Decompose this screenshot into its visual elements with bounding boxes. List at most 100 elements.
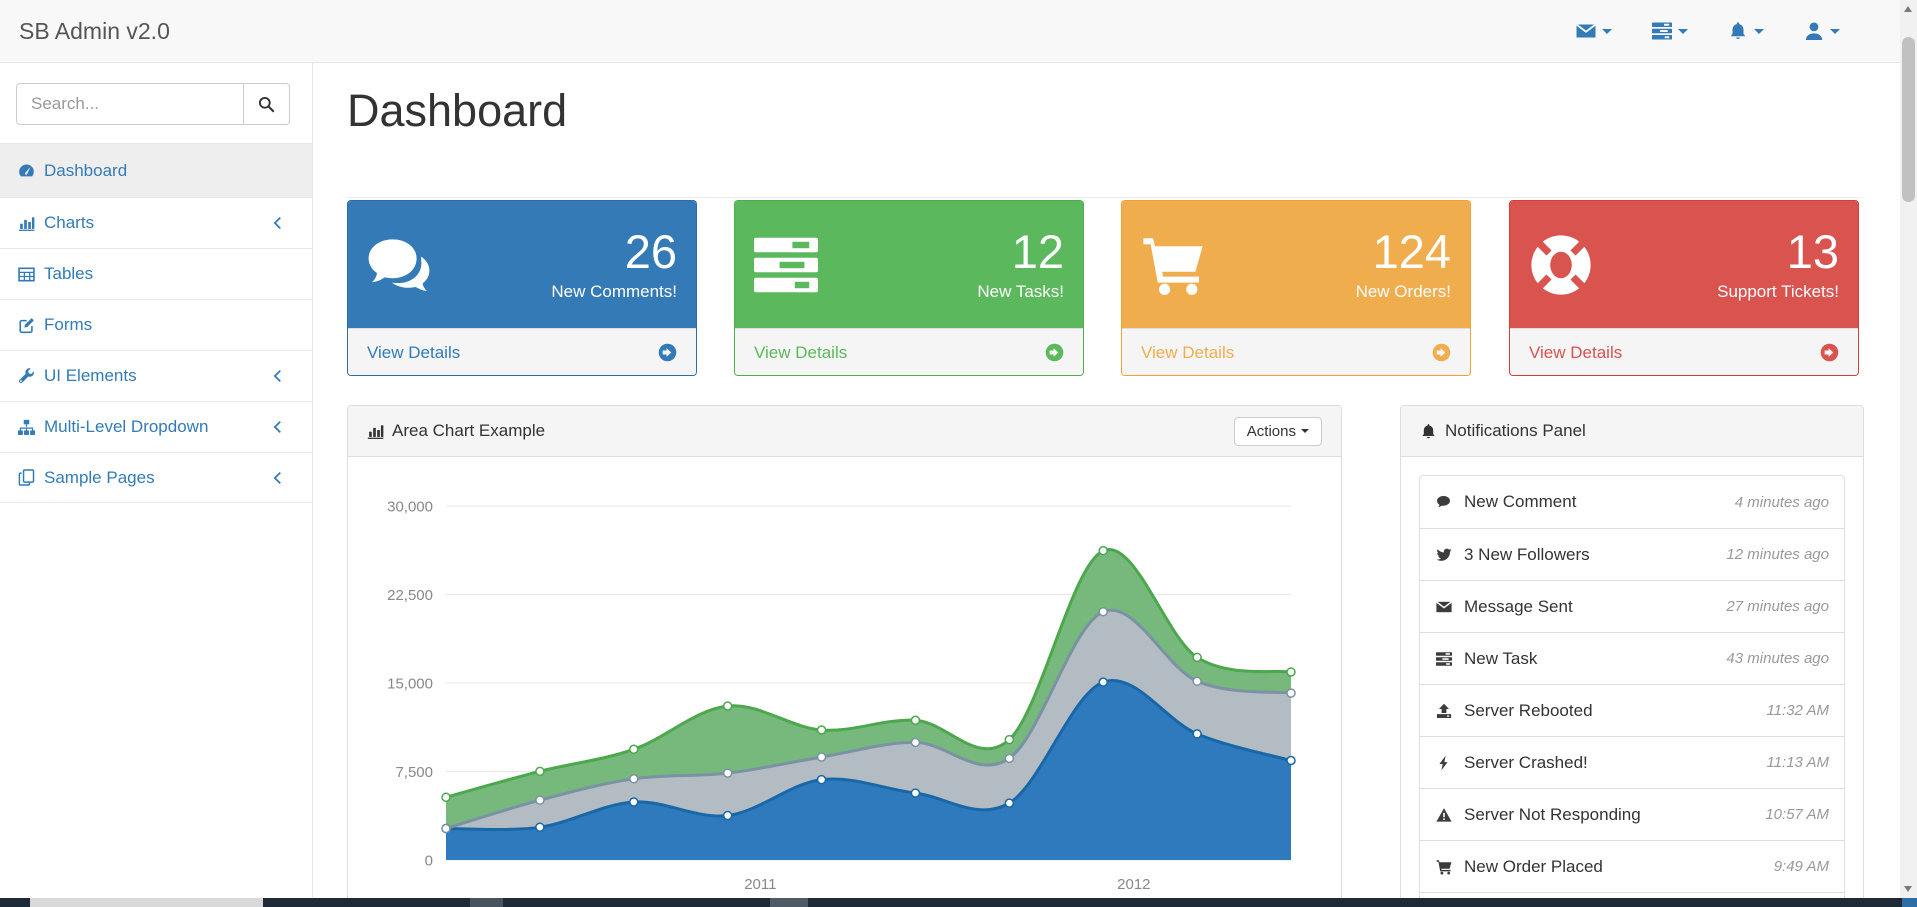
tasks-icon xyxy=(1435,651,1453,667)
view-details-link[interactable]: View Details xyxy=(1510,328,1858,376)
search-input[interactable] xyxy=(16,83,244,125)
stat-panel-new-orders[interactable]: 124 New Orders! View Details xyxy=(1121,200,1471,376)
table-icon xyxy=(18,266,35,283)
notification-label: Server Rebooted xyxy=(1464,701,1593,721)
notification-item-new-task[interactable]: New Task 43 minutes ago xyxy=(1420,632,1844,684)
scroll-down-arrow-icon[interactable] xyxy=(1904,886,1912,892)
sidebar-item-label: Dashboard xyxy=(44,161,127,181)
sidebar-item-label: Multi-Level Dropdown xyxy=(44,417,208,437)
bottom-scrollbar[interactable] xyxy=(0,898,1917,907)
sidebar-nav: Dashboard Charts TablesForms UI Elements Mul… xyxy=(0,143,312,503)
sidebar-item-dashboard[interactable]: Dashboard xyxy=(0,143,312,197)
arrow-circle-right-icon xyxy=(1045,343,1064,362)
notifications-panel-title: Notifications Panel xyxy=(1445,421,1586,441)
stat-panel-numbers: 12New Tasks! xyxy=(977,227,1064,301)
comments-icon xyxy=(367,233,431,297)
angle-left-icon xyxy=(271,471,285,485)
sidebar-item-multi-level-dropdown[interactable]: Multi-Level Dropdown xyxy=(0,401,312,452)
angle-left-icon xyxy=(271,420,285,434)
notification-time: 43 minutes ago xyxy=(1726,650,1829,667)
notification-time: 10:57 AM xyxy=(1765,806,1829,823)
view-details-label: View Details xyxy=(1141,343,1234,363)
stat-panel-numbers: 13Support Tickets! xyxy=(1717,227,1839,301)
navbar-envelope-dropdown[interactable] xyxy=(1556,0,1632,62)
arrow-circle-right-icon xyxy=(658,343,677,362)
svg-text:22,500: 22,500 xyxy=(387,587,433,604)
sidebar-item-forms[interactable]: Forms xyxy=(0,299,312,350)
area-chart-panel: Area Chart Example Actions 07,50015,0002… xyxy=(347,405,1342,898)
view-details-link[interactable]: View Details xyxy=(1122,328,1470,376)
envelope-icon xyxy=(1576,21,1596,41)
stat-panel-new-tasks[interactable]: 12New Tasks! View Details xyxy=(734,200,1084,376)
actions-label: Actions xyxy=(1247,423,1296,440)
stat-panel-support-tickets[interactable]: 13Support Tickets! View Details xyxy=(1509,200,1859,376)
caret-down-icon xyxy=(1301,429,1309,433)
vertical-scrollbar[interactable] xyxy=(1900,0,1917,898)
svg-text:0: 0 xyxy=(425,852,433,869)
sidebar-item-charts[interactable]: Charts xyxy=(0,197,312,248)
notification-time: 11:32 AM xyxy=(1766,702,1829,719)
notification-time: 4 minutes ago xyxy=(1735,494,1829,511)
envelope-icon xyxy=(1435,599,1453,615)
bolt-icon xyxy=(1435,755,1453,771)
notification-label: Message Sent xyxy=(1464,597,1573,617)
notifications-list: New Comment4 minutes ago3 New Followers1… xyxy=(1419,475,1845,898)
arrow-circle-right-icon xyxy=(1820,343,1839,362)
horizontal-scrollbar-thumb[interactable] xyxy=(30,898,263,907)
stat-panel-numbers: 26New Comments! xyxy=(551,227,677,301)
page-title: Dashboard xyxy=(347,85,567,137)
view-details-label: View Details xyxy=(1529,343,1622,363)
notification-time: 9:49 AM xyxy=(1774,858,1829,875)
svg-text:2011: 2011 xyxy=(744,876,776,893)
stat-value: 124 xyxy=(1356,227,1451,276)
brand-link[interactable]: SB Admin v2.0 xyxy=(0,0,189,62)
search-button[interactable] xyxy=(244,83,290,125)
notification-item-server-rebooted[interactable]: Server Rebooted 11:32 AM xyxy=(1420,684,1844,736)
files-icon xyxy=(18,469,35,486)
caret-down-icon xyxy=(1754,29,1764,34)
bell-icon xyxy=(1728,21,1748,41)
stat-value: 13 xyxy=(1717,227,1839,276)
top-navbar: SB Admin v2.0 xyxy=(0,0,1900,63)
area-chart-panel-title: Area Chart Example xyxy=(392,421,545,441)
main-content: Dashboard 26New Comments!View Details12N… xyxy=(313,63,1900,898)
notification-label: 3 New Followers xyxy=(1464,545,1590,565)
notification-label: Server Crashed! xyxy=(1464,753,1588,773)
notification-item-3-new-followers[interactable]: 3 New Followers12 minutes ago xyxy=(1420,528,1844,580)
edit-icon xyxy=(18,317,35,334)
sidebar-item-sample-pages[interactable]: Sample Pages xyxy=(0,452,312,503)
actions-dropdown-button[interactable]: Actions xyxy=(1234,417,1322,446)
view-details-label: View Details xyxy=(367,343,460,363)
sidebar-item-label: Charts xyxy=(44,213,94,233)
navbar-tasks-dropdown[interactable] xyxy=(1632,0,1708,62)
caret-down-icon xyxy=(1830,29,1840,34)
svg-text:30,000: 30,000 xyxy=(387,498,433,515)
sidebar-item-ui-elements[interactable]: UI Elements xyxy=(0,350,312,401)
stat-panel-heading: 12New Tasks! xyxy=(735,201,1083,328)
navbar-user-dropdown[interactable] xyxy=(1784,0,1860,62)
view-details-link[interactable]: View Details xyxy=(735,328,1083,376)
sidebar-item-label: UI Elements xyxy=(44,366,137,386)
caret-down-icon xyxy=(1678,29,1688,34)
stat-panel-new-comments[interactable]: 26New Comments! View Details xyxy=(347,200,697,376)
svg-text:7,500: 7,500 xyxy=(395,764,433,781)
notification-item-new-order-placed[interactable]: New Order Placed9:49 AM xyxy=(1420,840,1844,892)
sidebar-item-tables[interactable]: Tables xyxy=(0,248,312,299)
view-details-link[interactable]: View Details xyxy=(348,328,696,376)
scroll-up-arrow-icon[interactable] xyxy=(1904,6,1912,12)
notifications-panel-heading: Notifications Panel xyxy=(1401,406,1863,457)
sidebar: Dashboard Charts TablesForms UI Elements Mul… xyxy=(0,63,313,898)
notification-item-server-crashed[interactable]: Server Crashed!11:13 AM xyxy=(1420,736,1844,788)
notification-item-server-not-responding[interactable]: Server Not Responding10:57 AM xyxy=(1420,788,1844,840)
notification-item-new-comment[interactable]: New Comment4 minutes ago xyxy=(1420,476,1844,528)
tasks-icon xyxy=(1652,21,1672,41)
stat-label: New Orders! xyxy=(1356,282,1451,302)
vertical-scrollbar-thumb[interactable] xyxy=(1902,37,1915,202)
user-icon xyxy=(1804,21,1824,41)
notification-item-message-sent[interactable]: Message Sent27 minutes ago xyxy=(1420,580,1844,632)
warning-icon xyxy=(1435,807,1453,823)
navbar-bell-dropdown[interactable] xyxy=(1708,0,1784,62)
notification-label: New Task xyxy=(1464,649,1537,669)
bell-icon xyxy=(1420,423,1437,440)
stat-panel-heading: 13Support Tickets! xyxy=(1510,201,1858,328)
